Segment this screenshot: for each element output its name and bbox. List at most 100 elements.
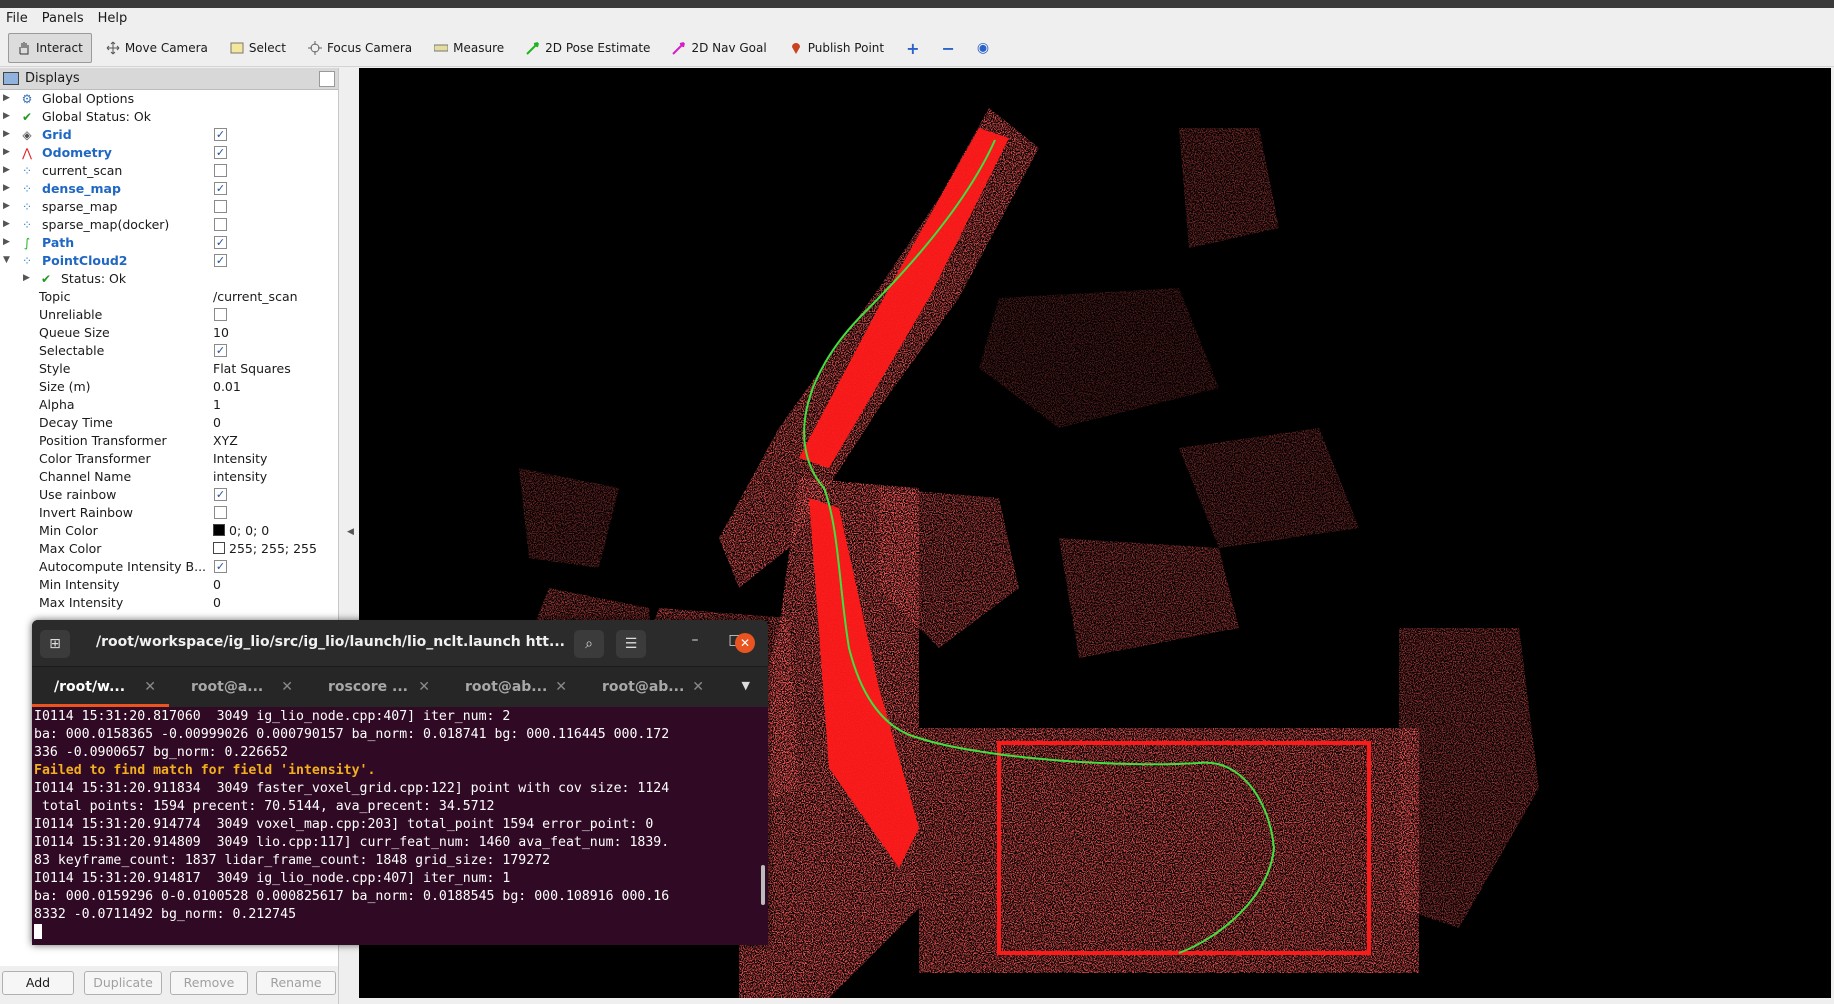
property-row[interactable]: Max Color 255; 255; 255 [0, 540, 338, 558]
remove-tool-button[interactable]: − [934, 34, 963, 62]
tabs-dropdown-icon[interactable]: ▼ [742, 679, 750, 692]
property-value[interactable]: intensity [213, 469, 267, 484]
property-value[interactable]: Flat Squares [213, 361, 291, 376]
expand-arrow-icon[interactable]: ▼ [3, 255, 10, 265]
expand-arrow-icon[interactable]: ▶ [3, 93, 10, 103]
pointcloud-status-row[interactable]: ▶ ✔ Status: Ok [0, 270, 338, 288]
property-row[interactable]: Queue Size 10 [0, 324, 338, 342]
eye-icon[interactable]: ◉ [969, 34, 997, 62]
display-item[interactable]: ▶ ⁘ sparse_map [0, 198, 338, 216]
terminal-tab[interactable]: roscore ... ✕ [306, 667, 443, 707]
property-row[interactable]: Min Intensity 0 [0, 576, 338, 594]
terminal-tab[interactable]: /root/w... ✕ [32, 667, 169, 707]
display-item[interactable]: ▶ ⁘ current_scan [0, 162, 338, 180]
terminal-tab[interactable]: root@ab... ✕ [580, 667, 717, 707]
remove-button[interactable]: Remove [170, 971, 248, 995]
display-item[interactable]: ▶ ⚙ Global Options [0, 90, 338, 108]
display-item[interactable]: ▼ ⁘ PointCloud2 ✓ [0, 252, 338, 270]
focus-camera-tool-button[interactable]: Focus Camera [300, 34, 420, 62]
expand-arrow-icon[interactable]: ▶ [3, 165, 10, 175]
property-row[interactable]: Selectable ✓ [0, 342, 338, 360]
property-row[interactable]: Position Transformer XYZ [0, 432, 338, 450]
property-row[interactable]: Size (m) 0.01 [0, 378, 338, 396]
property-row[interactable]: Alpha 1 [0, 396, 338, 414]
property-checkbox[interactable] [214, 506, 227, 519]
property-row[interactable]: Color Transformer Intensity [0, 450, 338, 468]
terminal-prompt[interactable] [34, 924, 758, 942]
new-tab-icon[interactable]: ⊞ [40, 630, 70, 658]
close-icon[interactable]: ✕ [735, 633, 755, 653]
property-value[interactable]: 1 [213, 397, 221, 412]
property-value[interactable]: Intensity [213, 451, 267, 466]
property-row[interactable]: Max Intensity 0 [0, 594, 338, 612]
property-value[interactable]: 0.01 [213, 379, 241, 394]
enable-checkbox[interactable] [214, 200, 227, 213]
minimize-icon[interactable]: – [685, 632, 705, 648]
duplicate-button[interactable]: Duplicate [84, 971, 162, 995]
display-item[interactable]: ▶ ✔ Global Status: Ok [0, 108, 338, 126]
property-row[interactable]: Channel Name intensity [0, 468, 338, 486]
tab-close-icon[interactable]: ✕ [555, 679, 567, 695]
expand-arrow-icon[interactable]: ▶ [3, 183, 10, 193]
property-row[interactable]: Autocompute Intensity B... ✓ [0, 558, 338, 576]
property-value[interactable]: 255; 255; 255 [213, 541, 317, 556]
tab-close-icon[interactable]: ✕ [281, 679, 293, 695]
property-row[interactable]: Unreliable [0, 306, 338, 324]
property-row[interactable]: Decay Time 0 [0, 414, 338, 432]
pose-estimate-tool-button[interactable]: 2D Pose Estimate [518, 34, 658, 62]
menu-panels[interactable]: Panels [36, 11, 90, 26]
enable-checkbox[interactable]: ✓ [214, 128, 227, 141]
terminal-output[interactable]: I0114 15:31:20.817060 3049 ig_lio_node.c… [34, 708, 758, 945]
add-button[interactable]: Add [2, 971, 74, 995]
property-row[interactable]: Min Color 0; 0; 0 [0, 522, 338, 540]
expand-arrow-icon[interactable]: ▶ [3, 219, 10, 229]
enable-checkbox[interactable]: ✓ [214, 182, 227, 195]
add-tool-button[interactable]: + [898, 34, 927, 62]
property-row[interactable]: Use rainbow ✓ [0, 486, 338, 504]
property-value[interactable]: 0 [213, 595, 221, 610]
property-value[interactable]: 0; 0; 0 [213, 523, 269, 538]
move-camera-tool-button[interactable]: Move Camera [98, 34, 216, 62]
property-value[interactable]: 0 [213, 415, 221, 430]
nav-goal-tool-button[interactable]: 2D Nav Goal [664, 34, 774, 62]
hamburger-menu-icon[interactable]: ☰ [616, 630, 646, 658]
property-checkbox[interactable]: ✓ [214, 344, 227, 357]
property-checkbox[interactable] [214, 308, 227, 321]
expand-arrow-icon[interactable]: ▶ [3, 237, 10, 247]
property-row[interactable]: Invert Rainbow [0, 504, 338, 522]
enable-checkbox[interactable]: ✓ [214, 254, 227, 267]
measure-tool-button[interactable]: Measure [426, 34, 512, 62]
property-row[interactable]: Topic/current_scan [0, 288, 338, 306]
panel-undock-button[interactable] [319, 71, 335, 87]
interact-tool-button[interactable]: Interact [8, 33, 92, 63]
property-value[interactable]: 10 [213, 325, 229, 340]
search-icon[interactable]: ⌕ [574, 630, 604, 658]
rename-button[interactable]: Rename [256, 971, 336, 995]
enable-checkbox[interactable]: ✓ [214, 236, 227, 249]
enable-checkbox[interactable]: ✓ [214, 146, 227, 159]
expand-arrow-icon[interactable]: ▶ [23, 273, 30, 283]
display-item[interactable]: ▶ ∫ Path ✓ [0, 234, 338, 252]
tab-close-icon[interactable]: ✕ [144, 679, 156, 695]
display-item[interactable]: ▶ ⁘ sparse_map(docker) [0, 216, 338, 234]
property-checkbox[interactable]: ✓ [214, 560, 227, 573]
expand-arrow-icon[interactable]: ▶ [3, 111, 10, 121]
expand-arrow-icon[interactable]: ▶ [3, 201, 10, 211]
property-row[interactable]: Style Flat Squares [0, 360, 338, 378]
enable-checkbox[interactable] [214, 218, 227, 231]
collapse-panel-icon[interactable]: ◀ [347, 527, 354, 537]
expand-arrow-icon[interactable]: ▶ [3, 129, 10, 139]
tab-close-icon[interactable]: ✕ [418, 679, 430, 695]
property-value[interactable]: 0 [213, 577, 221, 592]
expand-arrow-icon[interactable]: ▶ [3, 147, 10, 157]
display-item[interactable]: ▶ ◈ Grid ✓ [0, 126, 338, 144]
terminal-scrollbar[interactable] [761, 865, 765, 905]
enable-checkbox[interactable] [214, 164, 227, 177]
terminal-window[interactable]: ⊞ /root/workspace/ig_lio/src/ig_lio/laun… [32, 620, 768, 945]
menu-file[interactable]: File [0, 11, 34, 26]
property-value[interactable]: /current_scan [213, 289, 298, 304]
terminal-tab[interactable]: root@a... ✕ [169, 667, 306, 707]
select-tool-button[interactable]: Select [222, 34, 294, 62]
display-item[interactable]: ▶ ⁘ dense_map ✓ [0, 180, 338, 198]
publish-point-tool-button[interactable]: Publish Point [781, 34, 892, 62]
